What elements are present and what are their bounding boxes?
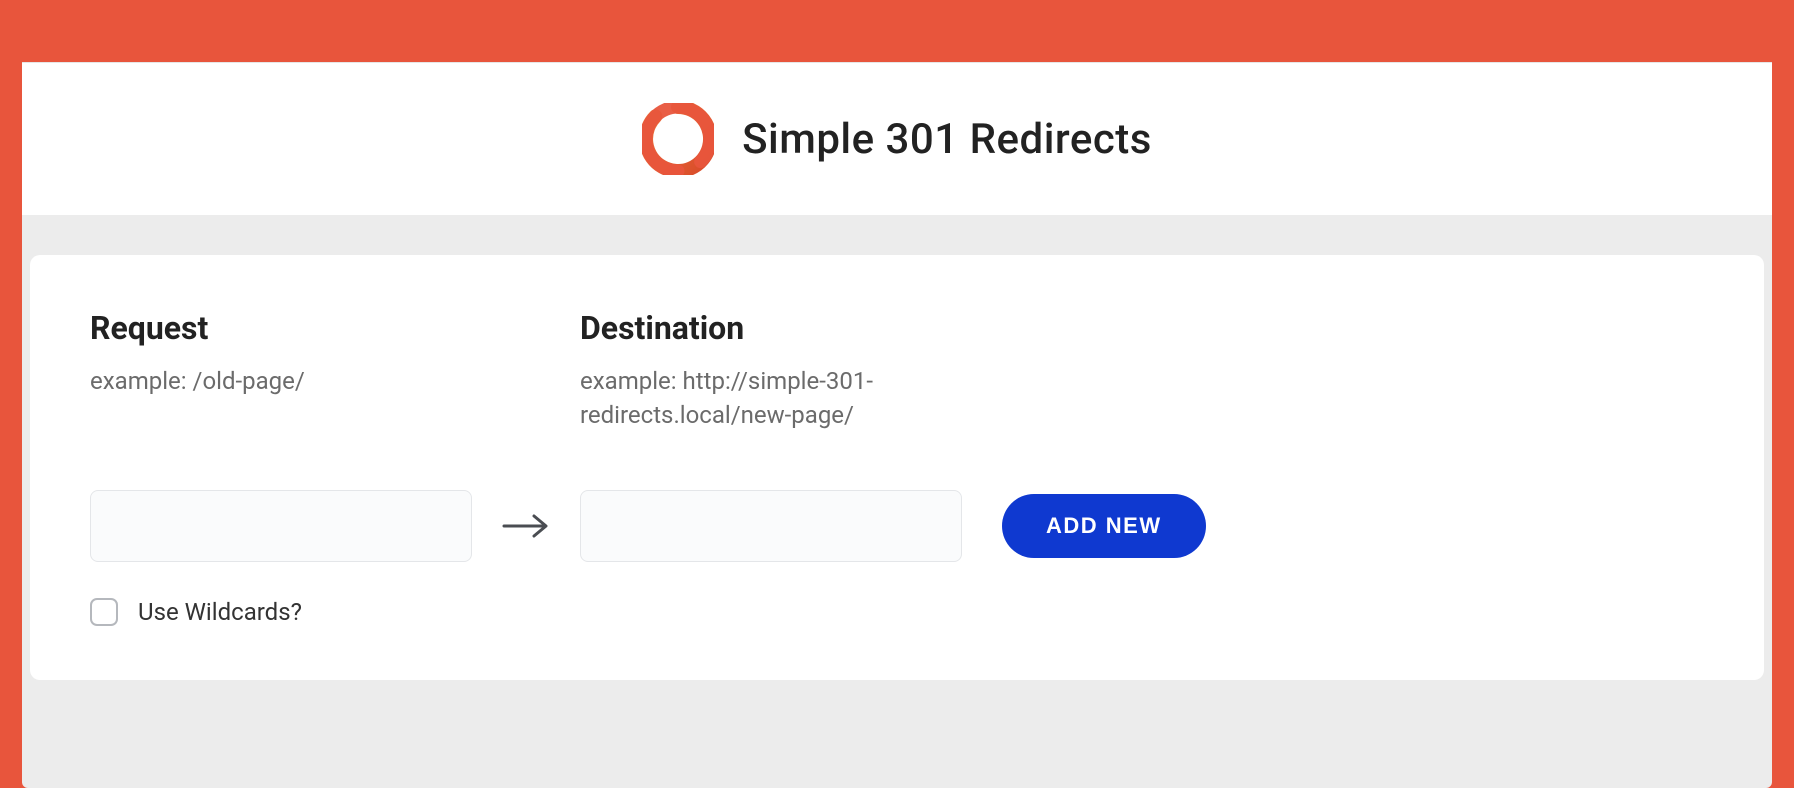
brand-arrow-circle-icon	[642, 103, 714, 175]
column-headings: Request example: /old-page/ Destination …	[90, 309, 1704, 432]
destination-heading: Destination	[580, 309, 1704, 347]
input-row: ADD NEW	[90, 490, 1704, 562]
request-heading: Request	[90, 309, 580, 347]
request-column: Request example: /old-page/	[90, 309, 580, 432]
destination-example-text: example: http://simple-301-redirects.loc…	[580, 365, 940, 432]
redirect-form-card: Request example: /old-page/ Destination …	[30, 255, 1764, 680]
header-card: Simple 301 Redirects	[22, 62, 1772, 215]
add-new-button[interactable]: ADD NEW	[1002, 494, 1206, 558]
destination-column: Destination example: http://simple-301-r…	[580, 309, 1704, 432]
arrow-right-icon	[472, 512, 580, 540]
wildcards-row: Use Wildcards?	[90, 598, 1704, 626]
request-example-text: example: /old-page/	[90, 365, 450, 399]
wildcards-label: Use Wildcards?	[138, 598, 302, 626]
request-input[interactable]	[90, 490, 472, 562]
outer-panel: Simple 301 Redirects Request example: /o…	[22, 62, 1772, 788]
wildcards-checkbox[interactable]	[90, 598, 118, 626]
header-content: Simple 301 Redirects	[642, 103, 1152, 175]
destination-input[interactable]	[580, 490, 962, 562]
brand-title: Simple 301 Redirects	[742, 115, 1152, 164]
